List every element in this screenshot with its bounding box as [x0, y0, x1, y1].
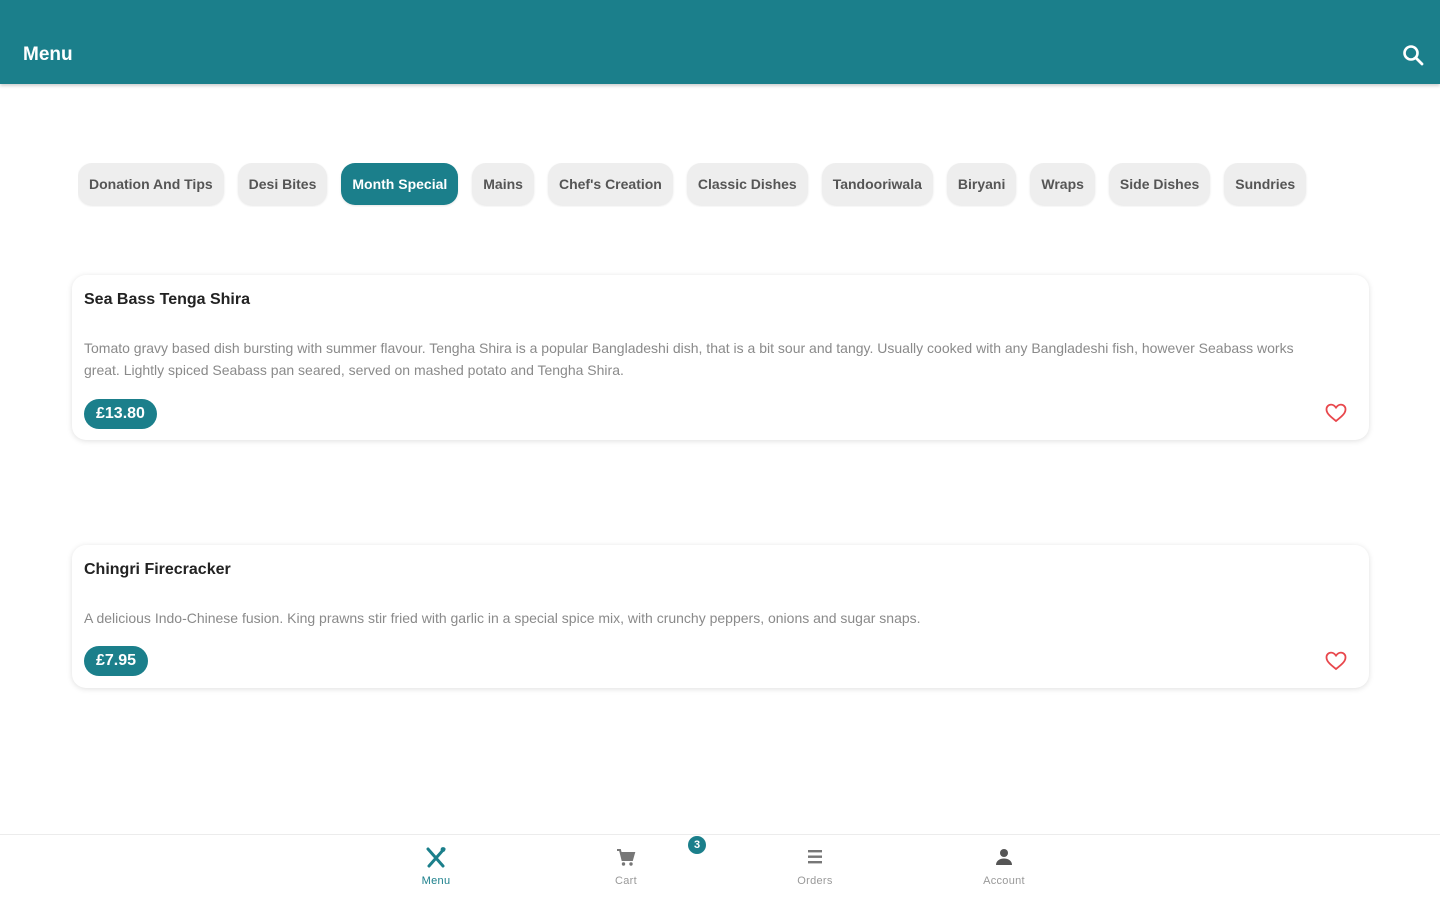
category-chip-sundries[interactable]: Sundries — [1224, 163, 1307, 205]
category-chip-month-special[interactable]: Month Special — [341, 163, 459, 205]
item-price-badge: £7.95 — [84, 646, 149, 676]
menu-item-card[interactable]: Sea Bass Tenga Shira Tomato gravy based … — [72, 275, 1369, 440]
person-icon — [959, 845, 1049, 869]
bottom-navigation: Menu Cart Orders Account — [0, 834, 1440, 900]
fork-knife-icon — [391, 845, 481, 869]
search-icon[interactable] — [1402, 44, 1424, 66]
category-chip-donation-and-tips[interactable]: Donation And Tips — [78, 163, 224, 205]
item-description: A delicious Indo-Chinese fusion. King pr… — [84, 610, 921, 626]
nav-item-orders[interactable]: Orders — [770, 845, 860, 895]
category-tabs: Donation And Tips Desi Bites Month Special… — [78, 163, 1368, 207]
heart-outline-icon[interactable] — [1325, 651, 1347, 671]
cart-icon — [581, 845, 671, 869]
cart-count-badge: 3 — [688, 836, 706, 854]
category-chip-mains[interactable]: Mains — [472, 163, 534, 205]
menu-item-card[interactable]: Chingri Firecracker A delicious Indo-Chi… — [72, 545, 1369, 688]
category-chip-biryani[interactable]: Biryani — [946, 163, 1017, 205]
nav-item-account[interactable]: Account — [959, 845, 1049, 895]
item-name: Sea Bass Tenga Shira — [84, 291, 250, 308]
heart-outline-icon[interactable] — [1325, 403, 1347, 423]
nav-label: Account — [983, 875, 1025, 887]
category-chip-side-dishes[interactable]: Side Dishes — [1108, 163, 1211, 205]
nav-label: Menu — [421, 875, 451, 887]
category-chip-chefs-creation[interactable]: Chef's Creation — [547, 163, 673, 205]
nav-item-cart[interactable]: Cart — [581, 845, 671, 895]
nav-item-menu[interactable]: Menu — [391, 845, 481, 895]
category-chip-classic-dishes[interactable]: Classic Dishes — [686, 163, 808, 205]
page-title: Menu — [23, 44, 73, 65]
nav-label: Cart — [615, 875, 637, 887]
category-chip-wraps[interactable]: Wraps — [1030, 163, 1095, 205]
category-chip-tandooriwala[interactable]: Tandooriwala — [821, 163, 933, 205]
app-bar: Menu — [0, 0, 1440, 84]
item-description: Tomato gravy based dish bursting with su… — [84, 340, 1294, 378]
item-name: Chingri Firecracker — [84, 561, 231, 578]
nav-label: Orders — [797, 875, 833, 887]
item-price-badge: £13.80 — [84, 399, 157, 429]
list-icon — [770, 845, 860, 869]
category-chip-desi-bites[interactable]: Desi Bites — [237, 163, 328, 205]
